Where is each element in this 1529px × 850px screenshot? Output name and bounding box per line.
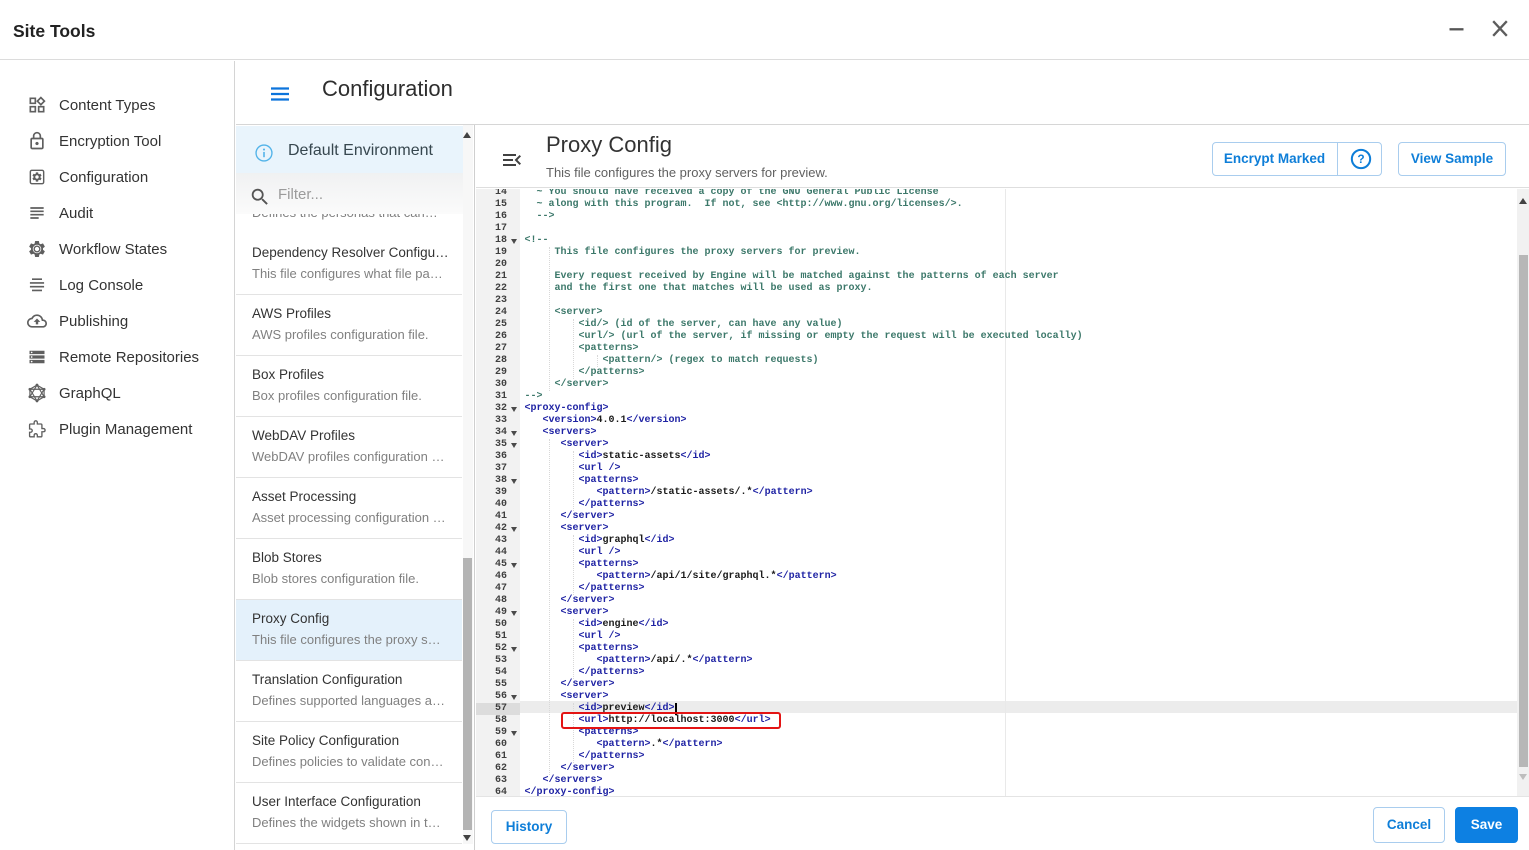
svg-text:?: ? [1357,152,1364,166]
